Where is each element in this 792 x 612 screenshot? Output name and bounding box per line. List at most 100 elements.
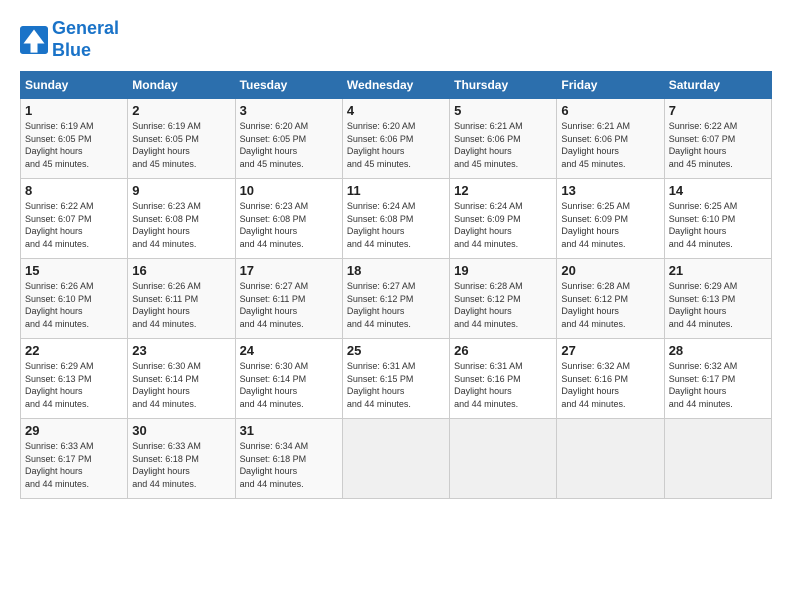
- day-info: Sunrise: 6:32 AMSunset: 6:16 PMDaylight …: [561, 360, 659, 410]
- day-number: 19: [454, 263, 552, 278]
- day-info: Sunrise: 6:24 AMSunset: 6:08 PMDaylight …: [347, 200, 445, 250]
- day-info: Sunrise: 6:22 AMSunset: 6:07 PMDaylight …: [25, 200, 123, 250]
- day-number: 14: [669, 183, 767, 198]
- calendar-page: General Blue Sunday Monday Tuesday Wedne…: [0, 0, 792, 612]
- calendar-cell: 12 Sunrise: 6:24 AMSunset: 6:09 PMDaylig…: [450, 179, 557, 259]
- day-info: Sunrise: 6:27 AMSunset: 6:12 PMDaylight …: [347, 280, 445, 330]
- calendar-cell: 21 Sunrise: 6:29 AMSunset: 6:13 PMDaylig…: [664, 259, 771, 339]
- day-info: Sunrise: 6:19 AMSunset: 6:05 PMDaylight …: [25, 120, 123, 170]
- day-number: 24: [240, 343, 338, 358]
- calendar-row-4: 22 Sunrise: 6:29 AMSunset: 6:13 PMDaylig…: [21, 339, 772, 419]
- calendar-cell: 13 Sunrise: 6:25 AMSunset: 6:09 PMDaylig…: [557, 179, 664, 259]
- day-info: Sunrise: 6:29 AMSunset: 6:13 PMDaylight …: [25, 360, 123, 410]
- calendar-cell: 14 Sunrise: 6:25 AMSunset: 6:10 PMDaylig…: [664, 179, 771, 259]
- calendar-cell: 1 Sunrise: 6:19 AMSunset: 6:05 PMDayligh…: [21, 99, 128, 179]
- col-wednesday: Wednesday: [342, 72, 449, 99]
- col-sunday: Sunday: [21, 72, 128, 99]
- day-info: Sunrise: 6:20 AMSunset: 6:06 PMDaylight …: [347, 120, 445, 170]
- day-info: Sunrise: 6:20 AMSunset: 6:05 PMDaylight …: [240, 120, 338, 170]
- calendar-row-2: 8 Sunrise: 6:22 AMSunset: 6:07 PMDayligh…: [21, 179, 772, 259]
- day-number: 31: [240, 423, 338, 438]
- day-info: Sunrise: 6:33 AMSunset: 6:17 PMDaylight …: [25, 440, 123, 490]
- logo-icon: [20, 26, 48, 54]
- day-info: Sunrise: 6:32 AMSunset: 6:17 PMDaylight …: [669, 360, 767, 410]
- day-number: 28: [669, 343, 767, 358]
- day-number: 13: [561, 183, 659, 198]
- day-info: Sunrise: 6:33 AMSunset: 6:18 PMDaylight …: [132, 440, 230, 490]
- page-header: General Blue: [20, 18, 772, 61]
- day-info: Sunrise: 6:31 AMSunset: 6:15 PMDaylight …: [347, 360, 445, 410]
- day-number: 20: [561, 263, 659, 278]
- calendar-cell: 22 Sunrise: 6:29 AMSunset: 6:13 PMDaylig…: [21, 339, 128, 419]
- calendar-cell: 17 Sunrise: 6:27 AMSunset: 6:11 PMDaylig…: [235, 259, 342, 339]
- calendar-row-3: 15 Sunrise: 6:26 AMSunset: 6:10 PMDaylig…: [21, 259, 772, 339]
- day-info: Sunrise: 6:21 AMSunset: 6:06 PMDaylight …: [454, 120, 552, 170]
- day-info: Sunrise: 6:31 AMSunset: 6:16 PMDaylight …: [454, 360, 552, 410]
- calendar-table: Sunday Monday Tuesday Wednesday Thursday…: [20, 71, 772, 499]
- calendar-cell: 20 Sunrise: 6:28 AMSunset: 6:12 PMDaylig…: [557, 259, 664, 339]
- day-number: 10: [240, 183, 338, 198]
- day-info: Sunrise: 6:22 AMSunset: 6:07 PMDaylight …: [669, 120, 767, 170]
- header-row: Sunday Monday Tuesday Wednesday Thursday…: [21, 72, 772, 99]
- calendar-body: 1 Sunrise: 6:19 AMSunset: 6:05 PMDayligh…: [21, 99, 772, 499]
- day-number: 23: [132, 343, 230, 358]
- day-number: 4: [347, 103, 445, 118]
- day-info: Sunrise: 6:26 AMSunset: 6:11 PMDaylight …: [132, 280, 230, 330]
- logo: General Blue: [20, 18, 119, 61]
- day-number: 1: [25, 103, 123, 118]
- calendar-cell: [450, 419, 557, 499]
- day-info: Sunrise: 6:26 AMSunset: 6:10 PMDaylight …: [25, 280, 123, 330]
- day-number: 5: [454, 103, 552, 118]
- day-info: Sunrise: 6:27 AMSunset: 6:11 PMDaylight …: [240, 280, 338, 330]
- day-number: 27: [561, 343, 659, 358]
- calendar-cell: 4 Sunrise: 6:20 AMSunset: 6:06 PMDayligh…: [342, 99, 449, 179]
- day-info: Sunrise: 6:28 AMSunset: 6:12 PMDaylight …: [561, 280, 659, 330]
- day-info: Sunrise: 6:28 AMSunset: 6:12 PMDaylight …: [454, 280, 552, 330]
- calendar-cell: 9 Sunrise: 6:23 AMSunset: 6:08 PMDayligh…: [128, 179, 235, 259]
- day-number: 25: [347, 343, 445, 358]
- calendar-cell: 30 Sunrise: 6:33 AMSunset: 6:18 PMDaylig…: [128, 419, 235, 499]
- day-info: Sunrise: 6:25 AMSunset: 6:10 PMDaylight …: [669, 200, 767, 250]
- calendar-row-1: 1 Sunrise: 6:19 AMSunset: 6:05 PMDayligh…: [21, 99, 772, 179]
- col-tuesday: Tuesday: [235, 72, 342, 99]
- day-number: 9: [132, 183, 230, 198]
- calendar-cell: 11 Sunrise: 6:24 AMSunset: 6:08 PMDaylig…: [342, 179, 449, 259]
- day-number: 3: [240, 103, 338, 118]
- calendar-cell: 5 Sunrise: 6:21 AMSunset: 6:06 PMDayligh…: [450, 99, 557, 179]
- calendar-cell: 26 Sunrise: 6:31 AMSunset: 6:16 PMDaylig…: [450, 339, 557, 419]
- day-number: 17: [240, 263, 338, 278]
- calendar-cell: 10 Sunrise: 6:23 AMSunset: 6:08 PMDaylig…: [235, 179, 342, 259]
- day-number: 30: [132, 423, 230, 438]
- day-info: Sunrise: 6:19 AMSunset: 6:05 PMDaylight …: [132, 120, 230, 170]
- calendar-cell: 7 Sunrise: 6:22 AMSunset: 6:07 PMDayligh…: [664, 99, 771, 179]
- col-friday: Friday: [557, 72, 664, 99]
- calendar-cell: 27 Sunrise: 6:32 AMSunset: 6:16 PMDaylig…: [557, 339, 664, 419]
- col-thursday: Thursday: [450, 72, 557, 99]
- day-number: 6: [561, 103, 659, 118]
- calendar-cell: [557, 419, 664, 499]
- day-number: 22: [25, 343, 123, 358]
- calendar-cell: 31 Sunrise: 6:34 AMSunset: 6:18 PMDaylig…: [235, 419, 342, 499]
- day-info: Sunrise: 6:25 AMSunset: 6:09 PMDaylight …: [561, 200, 659, 250]
- calendar-cell: 15 Sunrise: 6:26 AMSunset: 6:10 PMDaylig…: [21, 259, 128, 339]
- calendar-cell: 8 Sunrise: 6:22 AMSunset: 6:07 PMDayligh…: [21, 179, 128, 259]
- day-info: Sunrise: 6:30 AMSunset: 6:14 PMDaylight …: [240, 360, 338, 410]
- col-monday: Monday: [128, 72, 235, 99]
- day-number: 7: [669, 103, 767, 118]
- calendar-cell: 19 Sunrise: 6:28 AMSunset: 6:12 PMDaylig…: [450, 259, 557, 339]
- calendar-cell: 24 Sunrise: 6:30 AMSunset: 6:14 PMDaylig…: [235, 339, 342, 419]
- calendar-cell: 2 Sunrise: 6:19 AMSunset: 6:05 PMDayligh…: [128, 99, 235, 179]
- day-number: 26: [454, 343, 552, 358]
- day-info: Sunrise: 6:34 AMSunset: 6:18 PMDaylight …: [240, 440, 338, 490]
- calendar-cell: 6 Sunrise: 6:21 AMSunset: 6:06 PMDayligh…: [557, 99, 664, 179]
- day-number: 2: [132, 103, 230, 118]
- day-number: 18: [347, 263, 445, 278]
- day-number: 21: [669, 263, 767, 278]
- day-info: Sunrise: 6:29 AMSunset: 6:13 PMDaylight …: [669, 280, 767, 330]
- calendar-row-5: 29 Sunrise: 6:33 AMSunset: 6:17 PMDaylig…: [21, 419, 772, 499]
- day-number: 15: [25, 263, 123, 278]
- day-info: Sunrise: 6:24 AMSunset: 6:09 PMDaylight …: [454, 200, 552, 250]
- calendar-cell: [664, 419, 771, 499]
- day-number: 11: [347, 183, 445, 198]
- day-info: Sunrise: 6:30 AMSunset: 6:14 PMDaylight …: [132, 360, 230, 410]
